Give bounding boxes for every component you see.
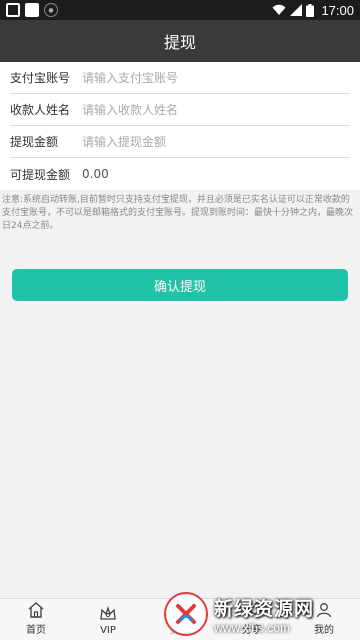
alipay-account-row: 支付宝账号 [10, 62, 350, 94]
app-square-icon [6, 3, 20, 17]
watermark-title: 新绿资源网 [214, 597, 315, 620]
status-bar: ● 17:00 [0, 0, 360, 20]
payee-name-row: 收款人姓名 [10, 94, 350, 126]
alipay-account-input[interactable] [82, 70, 350, 85]
signal-icon [290, 4, 303, 16]
status-time: 17:00 [321, 2, 354, 18]
app-header: 提现 [0, 20, 360, 62]
available-amount-value: 0.00 [82, 167, 109, 181]
wifi-icon [272, 4, 286, 15]
watermark-url: www.xlhs.com [214, 620, 291, 635]
home-icon [28, 602, 44, 618]
crown-icon [100, 605, 116, 620]
page-title: 提现 [163, 33, 196, 52]
tab-vip[interactable]: VIP [72, 599, 144, 640]
tab-home[interactable]: 首页 [0, 599, 72, 640]
app-square-icon [25, 3, 39, 17]
payee-name-input[interactable] [82, 102, 350, 117]
site-watermark: 新绿资源网 www.xlhs.com [164, 590, 360, 638]
amount-label: 提现金额 [10, 135, 59, 149]
amount-row: 提现金额 [10, 126, 350, 158]
available-amount-label: 可提现金额 [10, 167, 71, 182]
payee-name-label: 收款人姓名 [10, 103, 71, 117]
withdraw-notice: 注意:系统自动转账,目前暂时只支持支付宝提现，并且必须是已实名认证可以正常收款的… [2, 195, 354, 231]
withdraw-form: 支付宝账号 收款人姓名 提现金额 可提现金额 0.00 [0, 62, 360, 190]
tab-home-label: 首页 [26, 625, 46, 636]
app-badge-icon: ● [44, 3, 58, 17]
confirm-withdraw-button[interactable]: 确认提现 [12, 269, 348, 301]
amount-input[interactable] [82, 134, 350, 149]
tab-vip-label: VIP [100, 625, 116, 636]
watermark-logo-icon [164, 592, 208, 636]
alipay-account-label: 支付宝账号 [10, 71, 71, 85]
battery-icon [306, 3, 315, 17]
available-amount-row: 可提现金额 0.00 [10, 158, 350, 190]
